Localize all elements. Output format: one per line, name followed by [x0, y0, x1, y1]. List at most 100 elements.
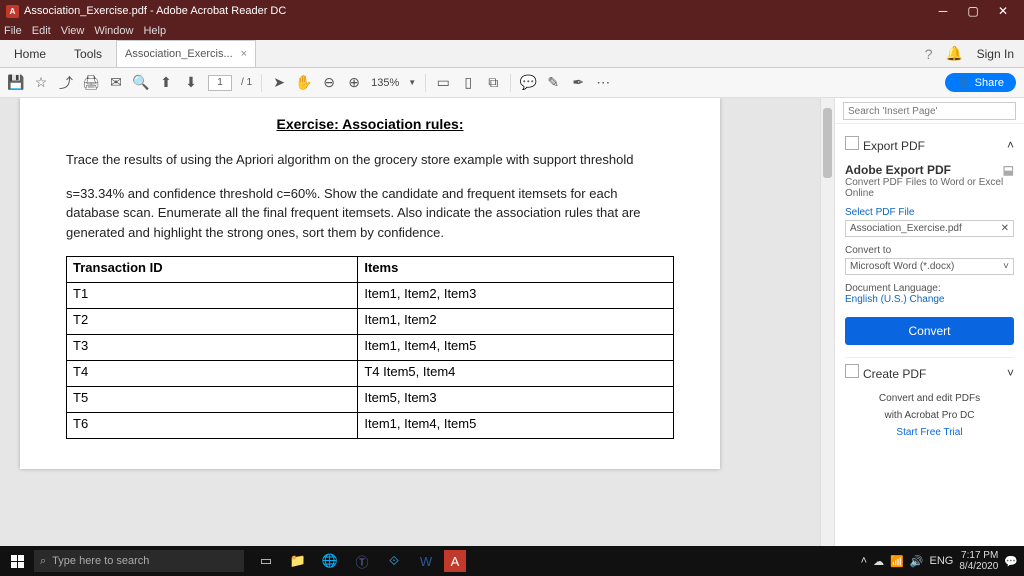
start-trial-link[interactable]: Start Free Trial [845, 427, 1014, 438]
table-row: T4T4 Item5, Item4 [67, 361, 674, 387]
more-icon[interactable]: ⋯ [595, 75, 611, 91]
cell-id: T1 [67, 283, 358, 309]
tray-lang[interactable]: ENG [930, 555, 954, 567]
cell-id: T6 [67, 413, 358, 439]
convert-to-label: Convert to [845, 245, 1014, 256]
highlight-icon[interactable]: ✎ [545, 75, 561, 91]
sign-icon[interactable]: ✒ [570, 75, 586, 91]
cell-items: Item1, Item4, Item5 [358, 413, 674, 439]
scroll-thumb[interactable] [823, 108, 832, 178]
pointer-icon[interactable]: ➤ [271, 75, 287, 91]
menu-view[interactable]: View [61, 25, 85, 37]
teams-icon[interactable]: Ⓣ [348, 549, 376, 573]
convert-to-value: Microsoft Word (*.docx) [850, 261, 954, 272]
create-pdf-label: Create PDF [863, 367, 926, 381]
vertical-scrollbar[interactable] [820, 98, 834, 546]
cell-items: Item1, Item4, Item5 [358, 335, 674, 361]
acrobat-icon[interactable]: A [444, 550, 466, 572]
clear-file-icon[interactable]: ✕ [1001, 223, 1009, 234]
share-button[interactable]: 👤 Share [945, 73, 1016, 92]
save-icon[interactable]: 💾 [8, 75, 24, 91]
zoom-in-icon[interactable]: ⊕ [346, 75, 362, 91]
zoom-out-icon[interactable]: ⊖ [321, 75, 337, 91]
change-language-link[interactable]: Change [909, 294, 944, 305]
taskbar-apps: ▭ 📁 🌐 Ⓣ ⟐ W A [252, 549, 466, 573]
zoom-level[interactable]: 135% [371, 77, 399, 89]
tray-clock[interactable]: 7:17 PM 8/4/2020 [959, 550, 998, 572]
system-tray: ˄ ☁ 📶 🔊 ENG 7:17 PM 8/4/2020 💬 [861, 550, 1024, 572]
task-view-icon[interactable]: ▭ [252, 549, 280, 573]
window-title: Association_Exercise.pdf - Adobe Acrobat… [24, 5, 928, 17]
main-area: Exercise: Association rules: Trace the r… [0, 98, 1024, 546]
windows-taskbar: ⌕ Type here to search ▭ 📁 🌐 Ⓣ ⟐ W A ˄ ☁ … [0, 546, 1024, 576]
convert-to-select[interactable]: Microsoft Word (*.docx) ˅ [845, 258, 1014, 275]
vscode-icon[interactable]: ⟐ [380, 549, 408, 573]
menu-bar: File Edit View Window Help [0, 22, 1024, 40]
tray-time: 7:17 PM [959, 550, 998, 561]
page-number-input[interactable]: 1 [208, 75, 232, 91]
tab-home[interactable]: Home [0, 40, 60, 67]
tray-volume-icon[interactable]: 🔊 [910, 555, 924, 568]
doc-para-1: Trace the results of using the Apriori a… [66, 150, 674, 170]
tab-document-label: Association_Exercis... [125, 48, 233, 60]
bell-icon[interactable]: 🔔 [947, 46, 963, 62]
read-mode-icon[interactable]: ⧉ [485, 75, 501, 91]
document-viewer[interactable]: Exercise: Association rules: Trace the r… [0, 98, 820, 546]
doc-title: Exercise: Association rules: [66, 116, 674, 132]
word-icon[interactable]: W [412, 549, 440, 573]
help-icon[interactable]: ? [921, 46, 937, 62]
table-row: T3Item1, Item4, Item5 [67, 335, 674, 361]
tab-tools[interactable]: Tools [60, 40, 116, 67]
explorer-icon[interactable]: 📁 [284, 549, 312, 573]
promo-line-2: with Acrobat Pro DC [845, 410, 1014, 421]
tray-wifi-icon[interactable]: 📶 [890, 555, 904, 568]
fit-width-icon[interactable]: ▭ [435, 75, 451, 91]
chrome-icon[interactable]: 🌐 [316, 549, 344, 573]
toolbar: 💾 ☆ ⤴ 🖨 ✉ 🔍 ⬆ ⬇ 1 / 1 ➤ ✋ ⊖ ⊕ 135% ▼ ▭ ▯… [0, 68, 1024, 98]
convert-button[interactable]: Convert [845, 317, 1014, 345]
selected-file-box[interactable]: Association_Exercise.pdf ✕ [845, 220, 1014, 237]
tray-chevron-icon[interactable]: ˄ [861, 555, 867, 567]
cell-items: Item1, Item2, Item3 [358, 283, 674, 309]
sign-in-link[interactable]: Sign In [977, 47, 1014, 61]
windows-icon [11, 555, 24, 568]
cell-items: T4 Item5, Item4 [358, 361, 674, 387]
menu-window[interactable]: Window [94, 25, 133, 37]
transactions-table: Transaction ID Items T1Item1, Item2, Ite… [66, 256, 674, 439]
create-pdf-header[interactable]: Create PDF ˅ [845, 357, 1014, 387]
menu-file[interactable]: File [4, 25, 22, 37]
page-up-icon[interactable]: ⬆ [158, 75, 174, 91]
comment-icon[interactable]: 💬 [520, 75, 536, 91]
star-icon[interactable]: ☆ [33, 75, 49, 91]
export-pdf-header[interactable]: Export PDF ˄ [845, 130, 1014, 159]
start-button[interactable] [0, 555, 34, 568]
cell-items: Item1, Item2 [358, 309, 674, 335]
share-label: Share [975, 77, 1004, 89]
hand-icon[interactable]: ✋ [296, 75, 312, 91]
cell-id: T2 [67, 309, 358, 335]
tools-search-input[interactable] [843, 102, 1016, 120]
tab-document[interactable]: Association_Exercis... × [116, 40, 256, 67]
notifications-icon[interactable]: 💬 [1004, 555, 1018, 568]
search-icon[interactable]: 🔍 [133, 75, 149, 91]
select-file-label: Select PDF File [845, 207, 1014, 218]
cell-id: T4 [67, 361, 358, 387]
tray-cloud-icon[interactable]: ☁ [873, 555, 884, 568]
tab-close-icon[interactable]: × [241, 48, 247, 60]
menu-edit[interactable]: Edit [32, 25, 51, 37]
page-down-icon[interactable]: ⬇ [183, 75, 199, 91]
maximize-button[interactable]: ▢ [958, 4, 988, 18]
fit-page-icon[interactable]: ▯ [460, 75, 476, 91]
menu-help[interactable]: Help [143, 25, 166, 37]
print-icon[interactable]: 🖨 [83, 75, 99, 91]
mail-icon[interactable]: ✉ [108, 75, 124, 91]
close-button[interactable]: ✕ [988, 4, 1018, 18]
upload-icon[interactable]: ⤴ [58, 75, 74, 91]
table-header-row: Transaction ID Items [67, 257, 674, 283]
taskbar-search[interactable]: ⌕ Type here to search [34, 550, 244, 572]
minimize-button[interactable]: ─ [928, 4, 958, 18]
zoom-dropdown-icon[interactable]: ▼ [408, 78, 416, 87]
window-titlebar: A Association_Exercise.pdf - Adobe Acrob… [0, 0, 1024, 22]
tray-date: 8/4/2020 [959, 561, 998, 572]
doc-para-2: s=33.34% and confidence threshold c=60%.… [66, 184, 674, 243]
